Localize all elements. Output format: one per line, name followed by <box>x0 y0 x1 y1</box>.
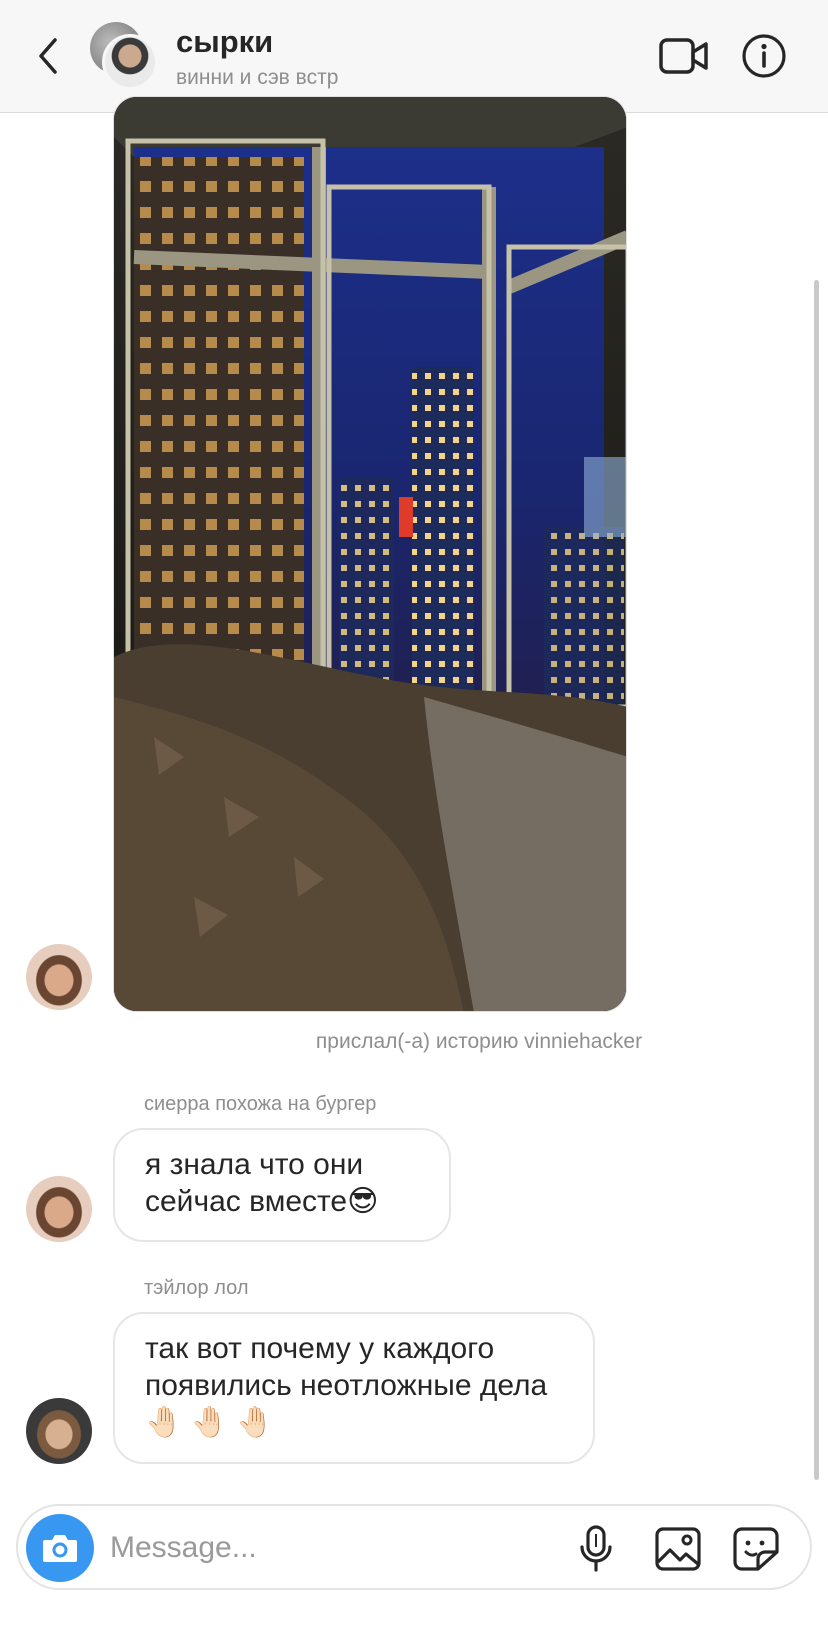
microphone-icon <box>580 1525 612 1572</box>
night-city-window-photo <box>114 97 626 1011</box>
scrollbar[interactable] <box>814 280 819 1480</box>
message-bubble[interactable]: я знала что они сейчас вместе😎 <box>113 1128 451 1242</box>
gallery-button[interactable] <box>652 1524 704 1574</box>
message-sender-name: тэйлор лол <box>144 1277 249 1299</box>
message-text: я знала что они сейчас вместе😎 <box>145 1148 379 1218</box>
sticker-icon <box>733 1527 779 1571</box>
group-avatar[interactable] <box>90 22 160 92</box>
sender-avatar[interactable] <box>26 1176 92 1242</box>
voice-message-button[interactable] <box>574 1524 618 1574</box>
message-bubble[interactable]: так вот почему у каждого появились неотл… <box>113 1312 595 1464</box>
info-icon <box>742 34 786 78</box>
message-text: так вот почему у каждого появились неотл… <box>145 1332 548 1439</box>
message-composer <box>16 1504 812 1590</box>
sender-avatar[interactable] <box>26 944 92 1010</box>
chat-title[interactable]: сырки <box>176 24 273 60</box>
video-call-button[interactable] <box>658 34 710 78</box>
chevron-left-icon <box>39 38 57 74</box>
chat-subtitle[interactable]: винни и сэв встр <box>176 66 338 90</box>
message-input[interactable] <box>110 1526 540 1570</box>
story-share-caption: прислал(-а) историю vinniehacker <box>315 1030 643 1053</box>
camera-icon <box>43 1535 77 1562</box>
shared-story-image[interactable] <box>113 96 627 1012</box>
video-camera-icon <box>659 38 708 74</box>
message-sender-name: сиерра похожа на бургер <box>144 1093 377 1115</box>
info-button[interactable] <box>740 32 788 80</box>
camera-button[interactable] <box>26 1514 94 1582</box>
member-avatar-front <box>102 34 158 90</box>
image-icon <box>655 1527 701 1571</box>
back-button[interactable] <box>28 34 68 78</box>
sender-avatar[interactable] <box>26 1398 92 1464</box>
sticker-button[interactable] <box>730 1524 782 1574</box>
